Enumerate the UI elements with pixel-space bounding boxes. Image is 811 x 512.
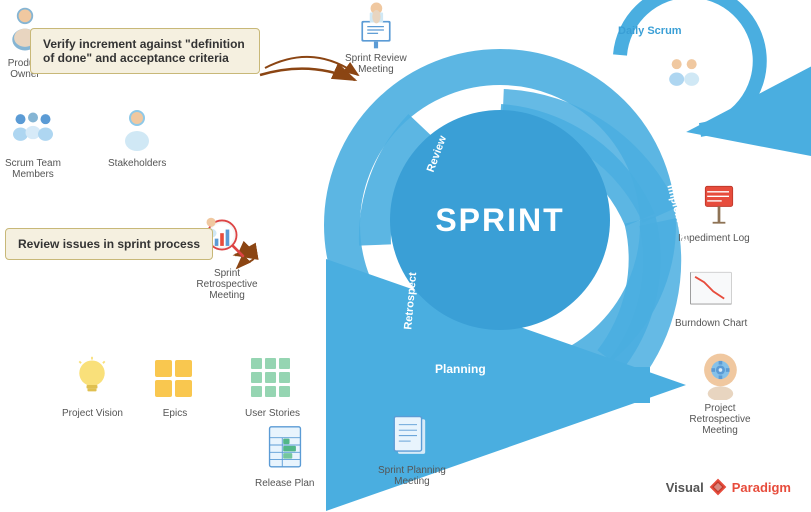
daily-scrum-icon xyxy=(660,50,710,100)
release-plan-icon xyxy=(260,425,310,475)
daily-scrum-icon-item xyxy=(660,50,710,100)
arc-daily-scrum-label: Daily Scrum xyxy=(618,25,682,37)
epics-icon xyxy=(150,355,200,405)
review-box: Review issues in sprint process xyxy=(5,228,213,260)
diagram-container: Verify increment against "definition of … xyxy=(0,0,811,512)
project-retro-icon xyxy=(695,350,745,400)
project-retro-icon-item: Project RetrospectiveMeeting xyxy=(675,350,765,436)
user-stories-icon-item: User Stories xyxy=(245,355,300,419)
stakeholders-icon-item: Stakeholders xyxy=(108,105,166,169)
release-plan-label: Release Plan xyxy=(255,478,314,489)
impediment-log-icon xyxy=(689,180,739,230)
release-plan-icon-item: Release Plan xyxy=(255,425,314,489)
scrum-team-label: Scrum TeamMembers xyxy=(5,158,61,180)
verify-box: Verify increment against "definition of … xyxy=(30,28,260,74)
sprint-review-icon xyxy=(351,0,401,50)
sprint-label: SPRINT xyxy=(435,202,564,239)
stakeholders-label: Stakeholders xyxy=(108,158,166,169)
user-stories-icon xyxy=(248,355,298,405)
epics-label: Epics xyxy=(163,408,187,419)
arc-planning-label: Planning xyxy=(435,362,486,376)
scrum-team-icon-item: Scrum TeamMembers xyxy=(5,105,61,180)
vp-brand-text: Paradigm xyxy=(732,480,791,495)
sprint-planning-icon xyxy=(387,412,437,462)
project-vision-label: Project Vision xyxy=(62,408,123,419)
sprint-review-label: Sprint ReviewMeeting xyxy=(345,53,407,75)
project-vision-icon xyxy=(67,355,117,405)
sprint-retro-label: Sprint RetrospectiveMeeting xyxy=(182,268,272,301)
sprint-planning-icon-item: Sprint PlanningMeeting xyxy=(378,412,446,487)
burndown-chart-icon xyxy=(686,265,736,315)
stakeholders-icon xyxy=(112,105,162,155)
project-vision-icon-item: Project Vision xyxy=(62,355,123,419)
sprint-circle: SPRINT xyxy=(390,110,610,330)
sprint-planning-label: Sprint PlanningMeeting xyxy=(378,465,446,487)
sprint-review-icon-item: Sprint ReviewMeeting xyxy=(345,0,407,75)
burndown-chart-label: Burndown Chart xyxy=(675,318,747,329)
scrum-team-icon xyxy=(8,105,58,155)
user-stories-label: User Stories xyxy=(245,408,300,419)
vp-logo-text: Visual xyxy=(666,480,704,495)
vp-logo-diamond xyxy=(708,477,728,497)
epics-icon-item: Epics xyxy=(150,355,200,419)
vp-logo: Visual Paradigm xyxy=(666,477,791,497)
burndown-chart-icon-item: Burndown Chart xyxy=(675,265,747,329)
project-retro-label: Project RetrospectiveMeeting xyxy=(675,403,765,436)
